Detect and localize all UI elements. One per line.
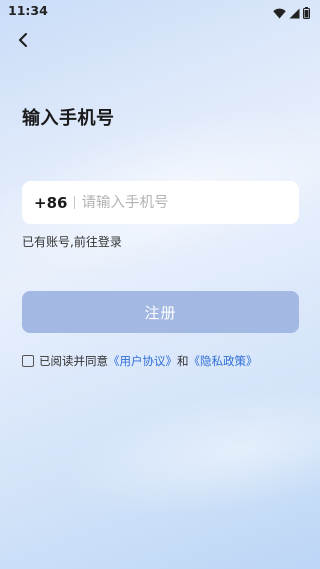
background-highlight <box>52 359 320 541</box>
divider <box>74 196 76 209</box>
agreement-checkbox[interactable] <box>22 355 34 367</box>
login-link[interactable]: 已有账号,前往登录 <box>22 233 122 250</box>
privacy-policy-link[interactable]: 《隐私政策》 <box>189 353 258 369</box>
status-time: 11:34 <box>8 3 48 18</box>
phone-input[interactable] <box>81 194 282 211</box>
status-bar: 11:34 <box>0 0 320 22</box>
user-agreement-link[interactable]: 《用户协议》 <box>108 353 177 369</box>
wifi-icon <box>273 4 286 23</box>
signal-icon <box>289 4 300 23</box>
phone-field[interactable]: +86 <box>22 181 299 224</box>
register-button[interactable]: 注册 <box>22 291 299 333</box>
back-button[interactable] <box>12 30 34 52</box>
page-title: 输入手机号 <box>22 108 115 129</box>
status-icons <box>273 4 310 23</box>
chevron-left-icon <box>17 32 29 51</box>
agreement-conjunction: 和 <box>177 354 189 368</box>
agreement-prefix: 已阅读并同意 <box>39 354 108 368</box>
agreement-row: 已阅读并同意 《用户协议》 和 《隐私政策》 <box>22 353 258 369</box>
country-code[interactable]: +86 <box>34 194 67 212</box>
battery-icon <box>303 4 310 23</box>
